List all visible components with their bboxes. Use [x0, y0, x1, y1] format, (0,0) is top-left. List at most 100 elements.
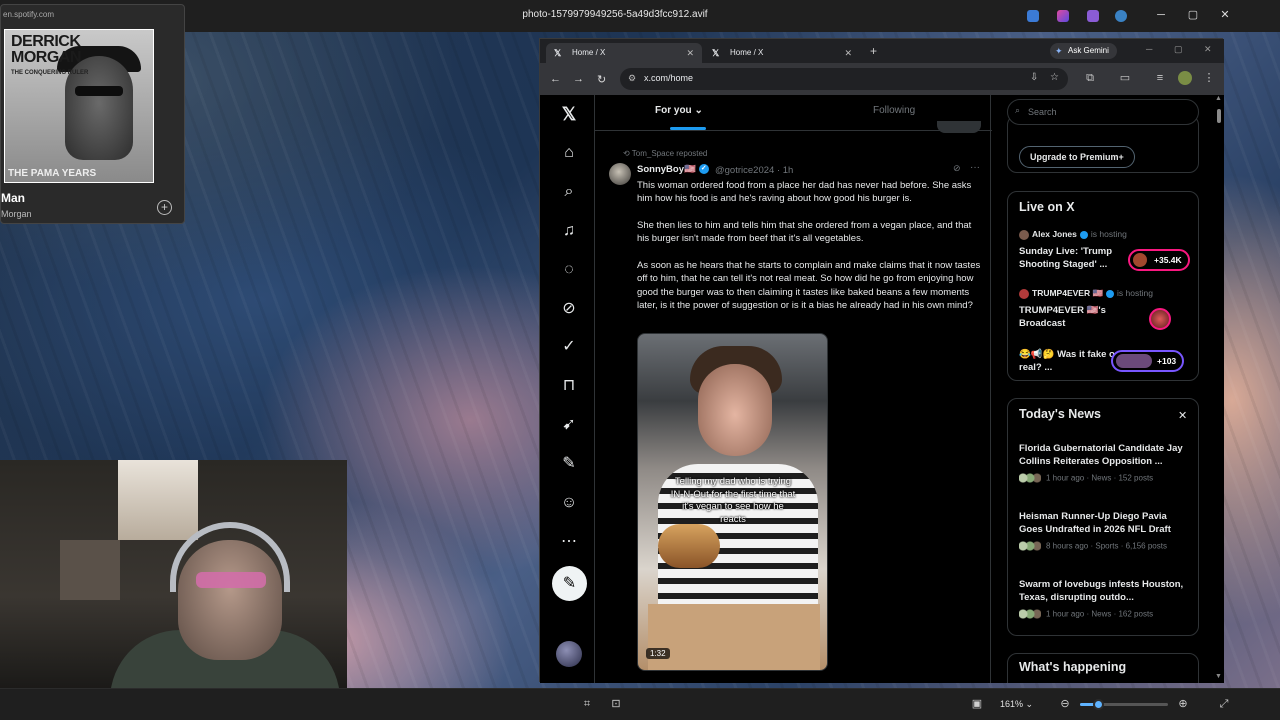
live-on-x-card: Live on X Alex Jones is hosting Sunday Li…: [1007, 191, 1199, 381]
site-info-icon[interactable]: ⚙: [628, 73, 636, 84]
news-close-icon[interactable]: ✕: [1178, 409, 1187, 422]
browser-minimize-button[interactable]: ─: [1146, 44, 1152, 54]
address-bar[interactable]: ⚙ x.com/home ⇩ ☆: [620, 68, 1068, 90]
post-more-icon[interactable]: ···: [970, 162, 980, 173]
post-author-avatar[interactable]: [609, 163, 631, 185]
edit-icon[interactable]: [1027, 10, 1039, 22]
news-avatars: [1019, 473, 1041, 484]
scrollbar-thumb[interactable]: [1217, 109, 1221, 123]
live-title-2[interactable]: TRUMP4EVER 🇺🇸's Broadcast: [1019, 304, 1129, 330]
tab-close-icon[interactable]: ✕: [844, 43, 852, 63]
post-text-paragraph-1: This woman ordered food from a place her…: [637, 180, 972, 205]
zoom-level[interactable]: 161% ⌄: [1000, 699, 1033, 710]
home-icon[interactable]: ⌂: [558, 142, 580, 164]
browser-maximize-button[interactable]: ▢: [1174, 44, 1183, 55]
minimize-button[interactable]: ─: [1154, 8, 1168, 22]
live-title-1[interactable]: Sunday Live: 'Trump Shooting Staged' ...: [1019, 245, 1129, 271]
forward-button[interactable]: →: [573, 73, 584, 85]
webcam-feed: [0, 460, 347, 688]
timeline-tabs: For you ⌄ Following: [595, 95, 992, 133]
add-to-library-icon[interactable]: +: [157, 200, 172, 215]
scroll-down-arrow[interactable]: ▼: [1215, 673, 1222, 680]
right-sidebar: Upgrade to Premium+ ⌕ Search Live on X A…: [991, 95, 1224, 683]
install-app-icon[interactable]: ⇩: [1030, 72, 1038, 83]
profile-avatar-icon[interactable]: [1178, 71, 1192, 85]
upgrade-premium-button[interactable]: Upgrade to Premium+: [1019, 146, 1135, 168]
live-host-1[interactable]: Alex Jones is hosting: [1019, 229, 1127, 240]
news-item-2-title[interactable]: Heisman Runner-Up Diego Pavia Goes Undra…: [1019, 510, 1191, 536]
album-cover[interactable]: DERRICK MORGAN THE CONQUERING RULER THE P…: [4, 29, 154, 183]
messages-icon[interactable]: ◌: [558, 259, 580, 281]
reading-list-icon[interactable]: ≡: [1153, 71, 1167, 85]
grok-explain-icon[interactable]: ⊘: [953, 163, 961, 174]
grok-icon[interactable]: ⊘: [558, 298, 580, 320]
ai-icon[interactable]: [1057, 10, 1069, 22]
extensions-icon[interactable]: ⧉: [1083, 71, 1097, 85]
x-logo-icon[interactable]: 𝕏: [558, 103, 580, 125]
tab-following[interactable]: Following: [873, 105, 915, 116]
back-button[interactable]: ←: [550, 73, 561, 85]
zoom-in-icon[interactable]: ⊕: [1176, 697, 1190, 711]
live-host-avatar-2[interactable]: [1149, 308, 1171, 330]
account-avatar[interactable]: [556, 641, 582, 667]
tab-bar: 𝕏 Home / X ✕ 𝕏 Home / X ✕ + ✦ Ask Gemini…: [540, 39, 1224, 63]
bookmarks-icon[interactable]: ⊓: [558, 375, 580, 397]
premium-icon[interactable]: ✓: [558, 336, 580, 358]
tab-home-x-1[interactable]: 𝕏 Home / X ✕: [546, 43, 702, 63]
close-button[interactable]: ✕: [1218, 8, 1232, 22]
cast-icon[interactable]: ▭: [1118, 71, 1132, 85]
tab-home-x-2[interactable]: 𝕏 Home / X ✕: [704, 43, 860, 63]
url-text[interactable]: x.com/home: [644, 73, 693, 83]
live-host-2[interactable]: TRUMP4EVER 🇺🇸 is hosting: [1019, 288, 1153, 299]
visual-search-icon[interactable]: ⊡: [609, 697, 623, 711]
video-frame-box: [648, 604, 820, 670]
new-tab-button[interactable]: +: [870, 44, 877, 58]
more-options-icon[interactable]: ⋯: [558, 531, 580, 553]
reload-button[interactable]: ↻: [597, 73, 606, 86]
zoom-slider-thumb[interactable]: [1092, 699, 1104, 710]
browser-toolbar: ← → ↻ ⚙ x.com/home ⇩ ☆ ⧉ ▭ ≡ ⋮: [540, 63, 1224, 95]
x-logo-icon: 𝕏: [554, 48, 562, 58]
browser-close-button[interactable]: ✕: [1204, 44, 1212, 55]
zoom-out-icon[interactable]: ⊖: [1058, 697, 1072, 711]
news-item-3-title[interactable]: Swarm of lovebugs infests Houston, Texas…: [1019, 578, 1191, 604]
live-listeners-pill-1[interactable]: +35.4K: [1128, 249, 1190, 271]
fit-to-window-icon[interactable]: ▣: [970, 697, 984, 711]
maximize-button[interactable]: ▢: [1186, 8, 1200, 22]
live-listeners-pill-3[interactable]: +103: [1111, 350, 1185, 372]
chevron-down-icon: ⌄: [694, 105, 703, 116]
listener-avatar: [1116, 354, 1152, 368]
live-title-3[interactable]: 😂📢🤔 Was it fake or real? ...: [1019, 348, 1119, 374]
post-video[interactable]: Telling my dad who is trying IN-N-Out fo…: [637, 333, 828, 671]
cover-title-line-1: DERRICK: [11, 33, 81, 50]
news-item-1-meta: 1 hour ago · News · 152 posts: [1019, 473, 1153, 484]
fullscreen-icon[interactable]: ⤢: [1217, 697, 1231, 711]
compose-post-button[interactable]: ✎: [552, 566, 587, 601]
cam-window: [118, 460, 198, 540]
zoom-slider[interactable]: [1080, 699, 1168, 710]
tab-for-you[interactable]: For you ⌄: [655, 105, 703, 116]
track-artist[interactable]: Morgan: [1, 209, 32, 219]
profile-icon[interactable]: ☺: [558, 492, 580, 514]
rocket-icon[interactable]: ➹: [558, 414, 580, 436]
cloud-icon[interactable]: [1115, 10, 1127, 22]
browser-menu-icon[interactable]: ⋮: [1202, 71, 1216, 85]
track-title[interactable]: Man: [1, 191, 25, 205]
news-item-1-title[interactable]: Florida Gubernatorial Candidate Jay Coll…: [1019, 442, 1191, 468]
notifications-icon[interactable]: ♫: [558, 220, 580, 242]
tab-label: Home / X: [572, 48, 606, 57]
articles-icon[interactable]: ✎: [558, 453, 580, 475]
explore-search-icon[interactable]: ⌕: [558, 181, 580, 203]
post-handle-time[interactable]: @gotrice2024 · 1h: [715, 165, 793, 176]
tab-close-icon[interactable]: ✕: [686, 43, 694, 63]
crop-icon[interactable]: ⌗: [580, 697, 594, 711]
photos-icon[interactable]: [1087, 10, 1099, 22]
repost-indicator[interactable]: ⟲ Tom_Space reposted: [623, 149, 707, 158]
ask-gemini-button[interactable]: ✦ Ask Gemini: [1050, 43, 1117, 59]
cam-shelf: [60, 540, 120, 600]
post-author-name[interactable]: SonnyBoy🇺🇸 ✓: [637, 164, 709, 175]
search-input[interactable]: ⌕ Search: [1007, 99, 1199, 125]
scroll-up-arrow[interactable]: ▲: [1215, 95, 1222, 102]
bookmark-star-icon[interactable]: ☆: [1050, 72, 1059, 83]
news-item-meta-text: 1 hour ago · News · 152 posts: [1046, 473, 1154, 483]
